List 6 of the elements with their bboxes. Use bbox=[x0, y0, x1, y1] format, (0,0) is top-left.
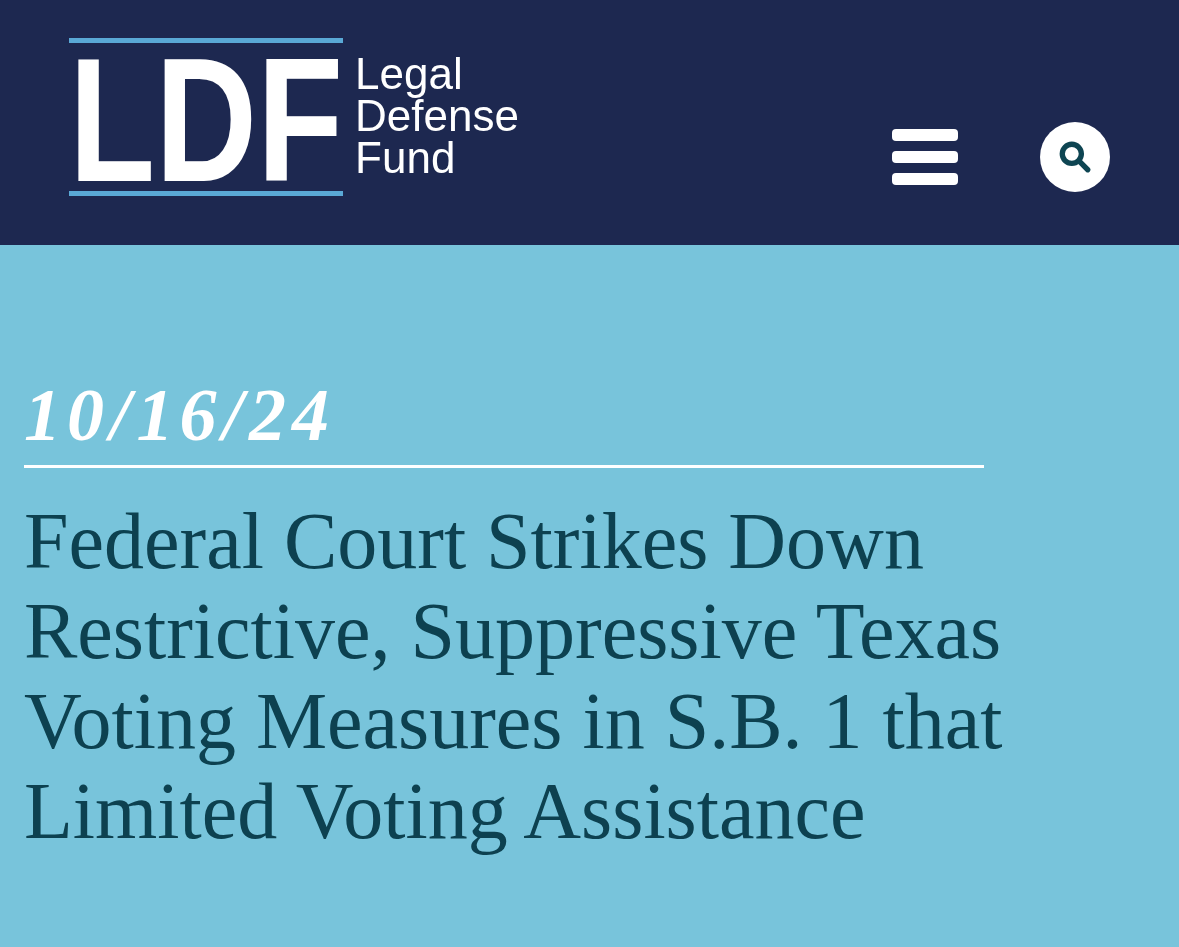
logo-monogram: LDF bbox=[69, 50, 344, 192]
article-title: Federal Court Strikes Down Restrictive, Suppressive Texas Voting Measures in S.B. 1 that Limited Voting Assistance bbox=[24, 496, 1004, 856]
menu-icon[interactable] bbox=[892, 129, 958, 185]
search-icon bbox=[1058, 140, 1092, 174]
article-date: 10/16/24 bbox=[24, 375, 336, 455]
logo-wordmark: Legal Defense Fund bbox=[355, 48, 519, 179]
